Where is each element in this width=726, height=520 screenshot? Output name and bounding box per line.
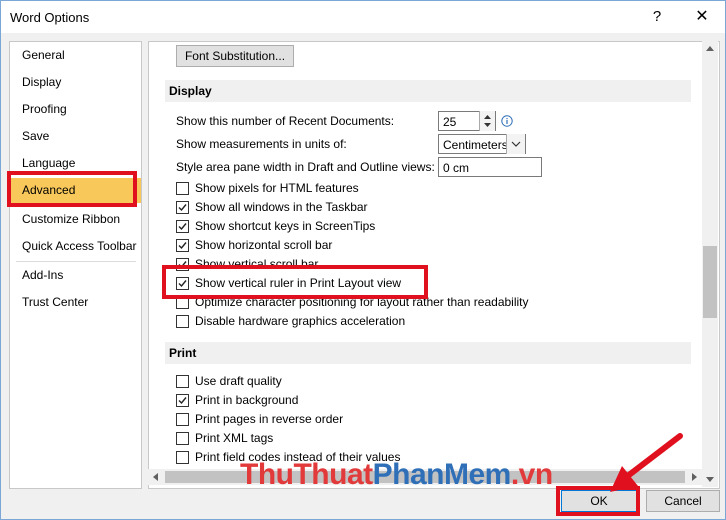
sidebar-item-quick-access-toolbar[interactable]: Quick Access Toolbar — [10, 234, 141, 259]
highlight-advanced-box — [7, 171, 137, 207]
section-display-heading: Display — [165, 80, 691, 102]
recent-docs-value: 25 — [443, 115, 457, 129]
window-title: Word Options — [10, 10, 90, 25]
watermark-logo: ThuThuatPhanMem.vn — [240, 458, 553, 492]
watermark-part-3: .vn — [510, 458, 553, 491]
checkbox[interactable] — [176, 375, 189, 388]
red-arrow-annotation — [610, 433, 683, 492]
checkmark-icon — [178, 397, 187, 405]
chevron-down-icon[interactable] — [506, 134, 525, 154]
sidebar-divider — [16, 261, 136, 262]
spin-arrows-icon[interactable] — [479, 111, 495, 131]
style-area-label: Style area pane width in Draft and Outli… — [176, 160, 435, 174]
checkbox-label: Print XML tags — [195, 431, 274, 445]
checkbox[interactable] — [176, 315, 189, 328]
checkbox-label: Print in background — [195, 393, 299, 407]
category-sidebar: General Display Proofing Save Language A… — [9, 41, 142, 489]
checkbox-label: Print pages in reverse order — [195, 412, 344, 426]
section-print-heading: Print — [165, 342, 691, 364]
checkbox[interactable] — [176, 220, 189, 233]
sidebar-item-trust-center[interactable]: Trust Center — [10, 290, 141, 315]
checkmark-icon — [178, 204, 187, 212]
checkbox[interactable] — [176, 394, 189, 407]
recent-docs-label: Show this number of Recent Documents: — [176, 114, 395, 128]
checkbox-label: Show horizontal scroll bar — [195, 238, 333, 252]
info-icon — [501, 115, 513, 130]
sidebar-item-general[interactable]: General — [10, 43, 141, 68]
checkbox[interactable] — [176, 451, 189, 464]
checkbox-label: Show pixels for HTML features — [195, 181, 359, 195]
checkbox-label: Use draft quality — [195, 374, 282, 388]
checkbox[interactable] — [176, 239, 189, 252]
help-button[interactable]: ? — [646, 6, 668, 28]
font-substitution-button[interactable]: Font Substitution... — [176, 45, 294, 67]
checkbox[interactable] — [176, 413, 189, 426]
vertical-scroll-thumb[interactable] — [703, 246, 717, 318]
checkbox[interactable] — [176, 201, 189, 214]
units-dropdown[interactable]: Centimeters — [438, 134, 526, 154]
checkbox[interactable] — [176, 432, 189, 445]
sidebar-item-customize-ribbon[interactable]: Customize Ribbon — [10, 207, 141, 232]
close-button[interactable]: ✕ — [691, 6, 713, 28]
checkmark-icon — [178, 223, 187, 231]
sidebar-item-proofing[interactable]: Proofing — [10, 97, 141, 122]
units-label: Show measurements in units of: — [176, 137, 347, 151]
units-value: Centimeters — [443, 138, 508, 152]
checkbox[interactable] — [176, 182, 189, 195]
sidebar-item-save[interactable]: Save — [10, 124, 141, 149]
sidebar-item-display[interactable]: Display — [10, 70, 141, 95]
highlight-vertical-ruler-box — [162, 265, 428, 299]
watermark-part-2: PhanMem — [372, 458, 512, 491]
style-area-input[interactable]: 0 cm — [438, 157, 542, 177]
style-area-value: 0 cm — [443, 161, 470, 175]
watermark-part-1: ThuThuat — [240, 458, 373, 491]
checkmark-icon — [178, 242, 187, 250]
checkbox-label: Show all windows in the Taskbar — [195, 200, 368, 214]
recent-docs-spinner[interactable]: 25 — [438, 111, 496, 131]
sidebar-item-add-ins[interactable]: Add-Ins — [10, 263, 141, 288]
checkbox-label: Disable hardware graphics acceleration — [195, 314, 406, 328]
title-bar: Word Options ? ✕ — [1, 1, 725, 33]
checkbox-label: Show shortcut keys in ScreenTips — [195, 219, 376, 233]
